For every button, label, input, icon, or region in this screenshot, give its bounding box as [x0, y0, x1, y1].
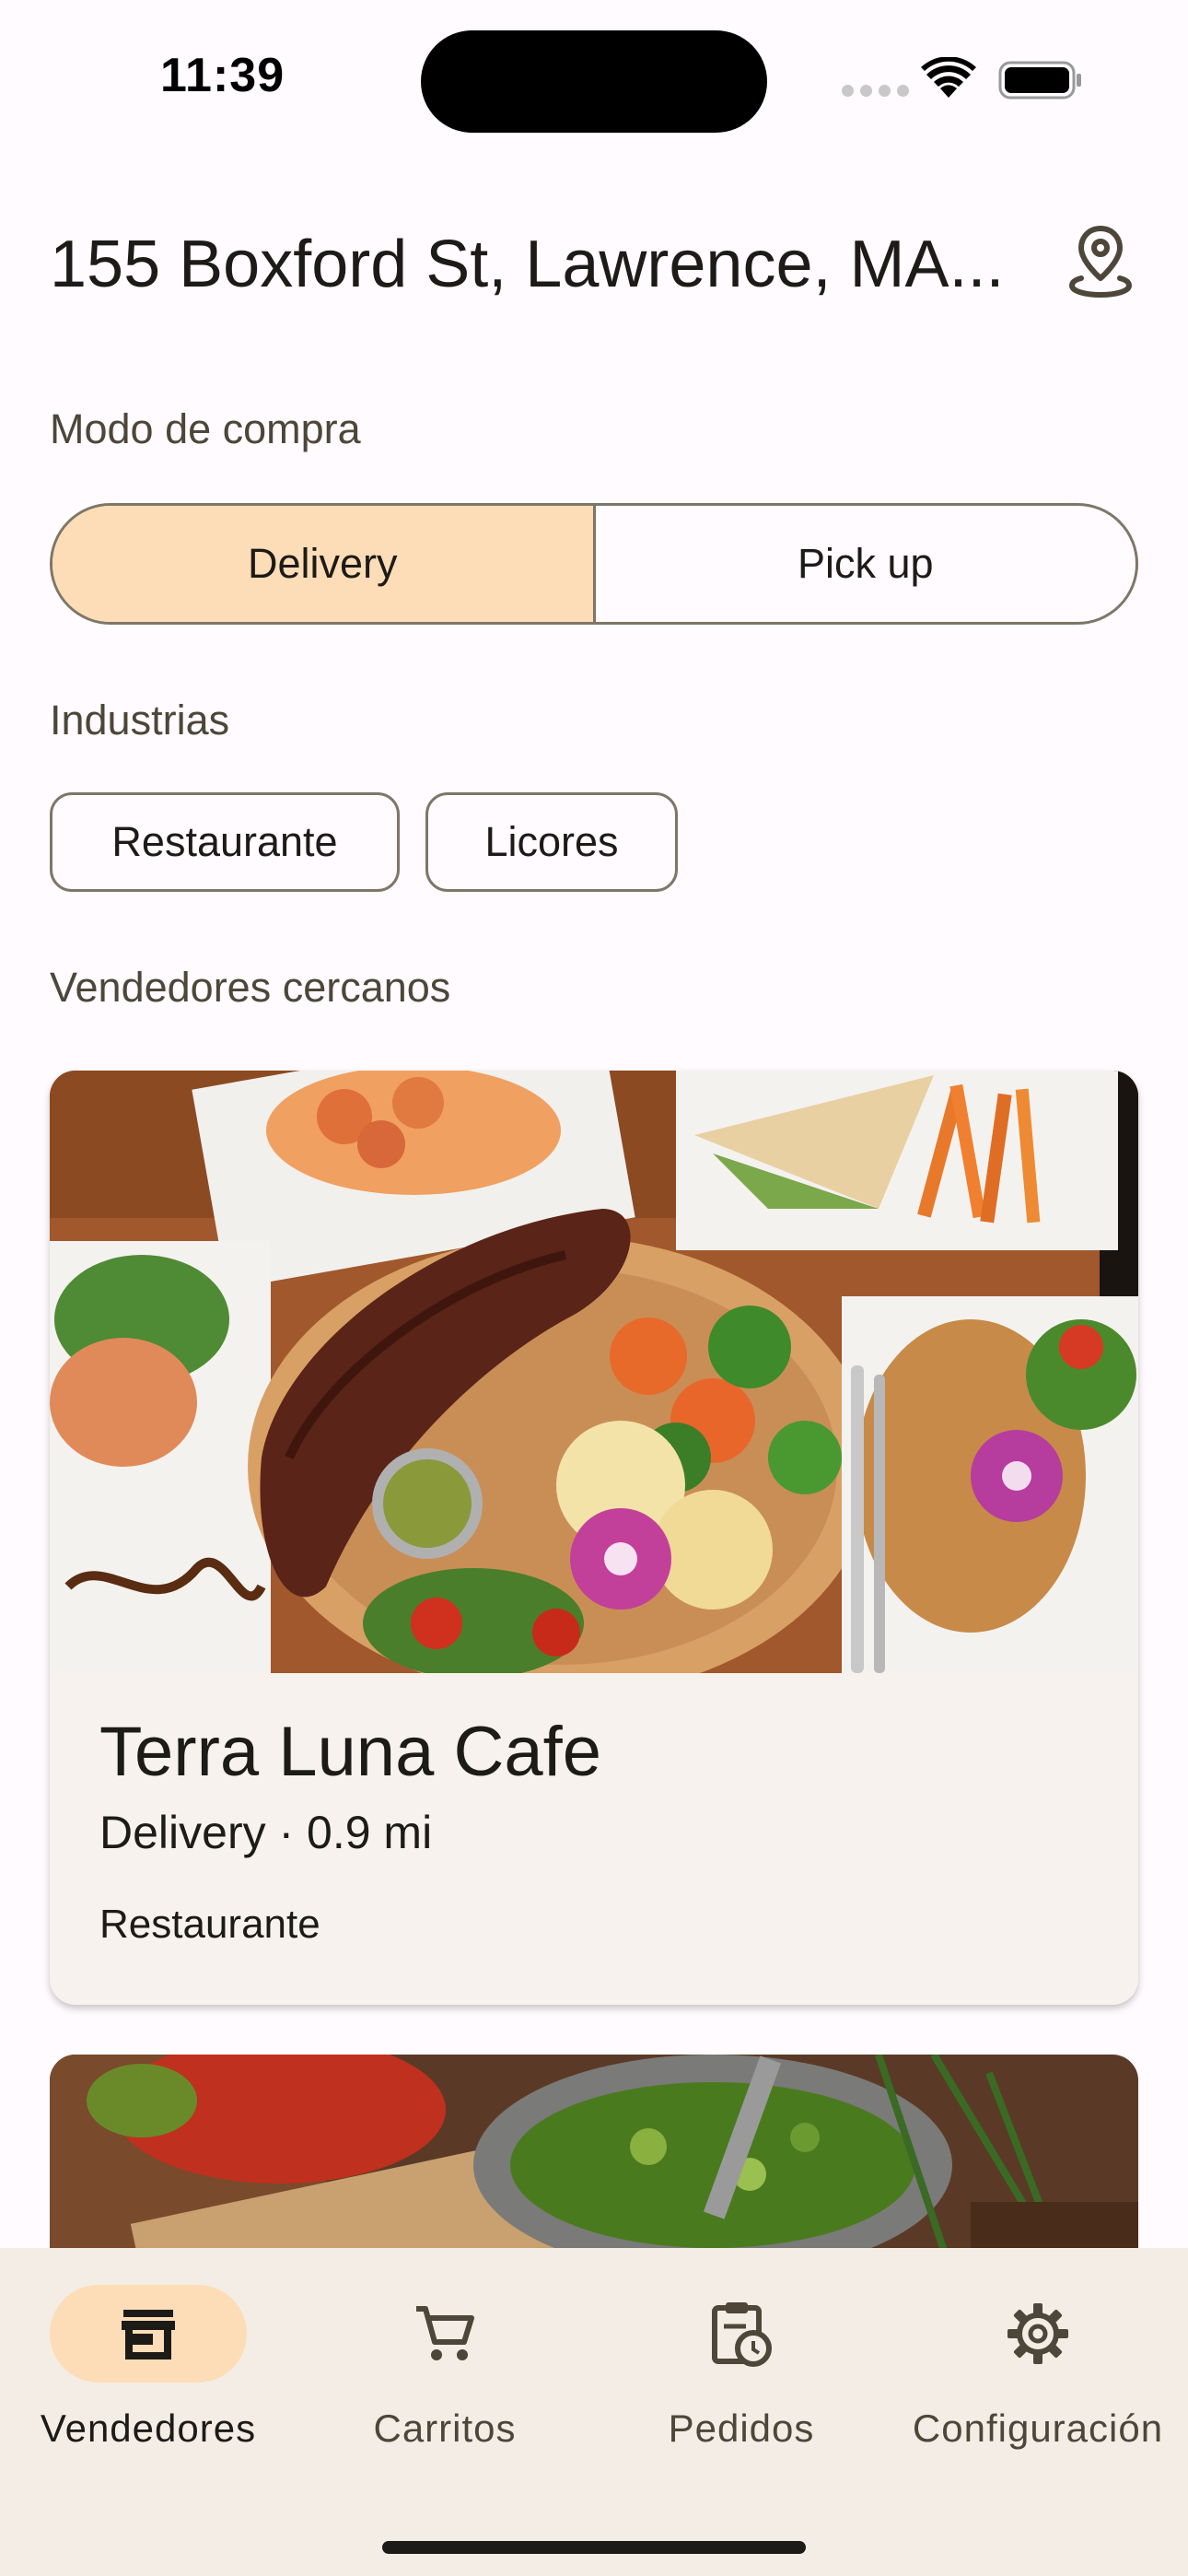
delivery-option[interactable]: Delivery	[52, 506, 596, 622]
delivery-address[interactable]: 155 Boxford St, Lawrence, MA...	[50, 227, 1005, 302]
purchase-mode-toggle: Delivery Pick up	[50, 503, 1138, 625]
nav-label-pedidos: Pedidos	[668, 2406, 815, 2450]
vendor-card-body: Terra Luna Cafe Delivery · 0.9 mi Restau…	[50, 1673, 1138, 2005]
cellular-signal-icon	[842, 85, 909, 97]
nav-configuracion[interactable]: Configuración	[890, 2285, 1186, 2469]
wifi-icon	[921, 57, 976, 98]
nav-label-carritos: Carritos	[373, 2406, 517, 2450]
chip-restaurante[interactable]: Restaurante	[50, 792, 400, 892]
nearby-vendors-label: Vendedores cercanos	[50, 964, 451, 1011]
vendor-card[interactable]: Terra Luna Cafe Delivery · 0.9 mi Restau…	[50, 1071, 1138, 2005]
location-pin-icon[interactable]	[1063, 221, 1138, 300]
vendor-delivery-distance: Delivery · 0.9 mi	[99, 1807, 433, 1858]
vendor-food-photo	[50, 1071, 1138, 1673]
nav-pedidos[interactable]: Pedidos	[593, 2285, 890, 2469]
dynamic-island	[421, 30, 767, 133]
orders-clipboard-icon	[712, 2302, 772, 2367]
nav-vendedores[interactable]: Vendedores	[0, 2285, 297, 2469]
address-header[interactable]: 155 Boxford St, Lawrence, MA...	[50, 221, 1138, 313]
battery-icon	[998, 61, 1081, 100]
pickup-option[interactable]: Pick up	[596, 506, 1136, 622]
bottom-navigation-bar: Vendedores Carritos Pedidos Configuració…	[0, 2248, 1188, 2576]
status-bar: 11:39	[0, 0, 1188, 147]
cart-icon	[416, 2306, 474, 2360]
nav-label-vendedores: Vendedores	[40, 2406, 257, 2450]
industries-label: Industrias	[50, 697, 230, 744]
vendor-name: Terra Luna Cafe	[99, 1713, 601, 1791]
nav-label-configuracion: Configuración	[912, 2406, 1164, 2450]
storefront-icon	[122, 2310, 175, 2359]
chip-licores[interactable]: Licores	[425, 792, 678, 892]
vendor-industry: Restaurante	[99, 1902, 320, 1947]
home-indicator[interactable]	[382, 2541, 806, 2554]
gear-icon	[1007, 2303, 1068, 2364]
status-time: 11:39	[160, 49, 285, 102]
nav-carritos[interactable]: Carritos	[297, 2285, 593, 2469]
purchase-mode-label: Modo de compra	[50, 405, 361, 452]
